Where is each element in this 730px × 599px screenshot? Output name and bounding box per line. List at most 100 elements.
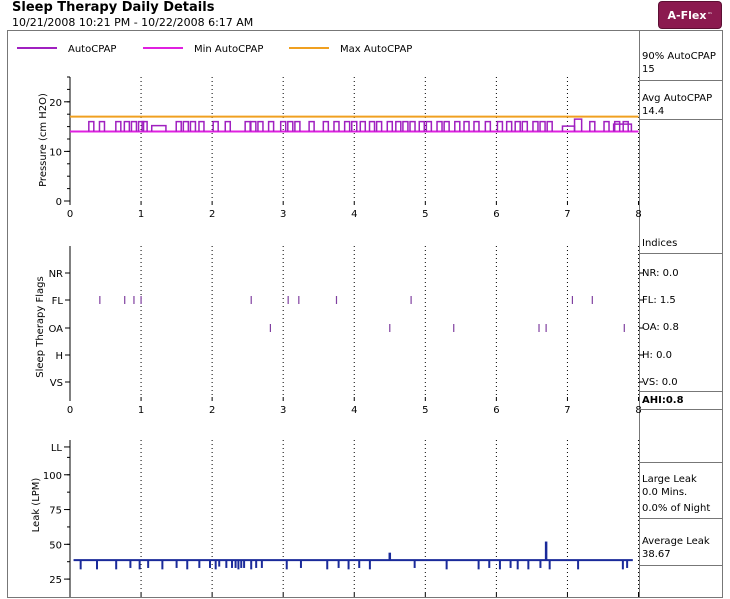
side-divider — [639, 119, 723, 120]
autocpap-plateau — [573, 118, 583, 132]
flags-x-tick-label: 3 — [280, 405, 286, 416]
autocpap-spike — [546, 120, 553, 132]
index-fl: FL: 1.5 — [642, 295, 676, 306]
p90-autocpap-label: 90% AutoCPAP — [642, 51, 716, 62]
autocpap-spike — [539, 120, 546, 132]
leak-axes: 012345678255075100LL — [43, 440, 639, 597]
side-divider — [639, 518, 723, 519]
side-divider — [639, 409, 723, 410]
flags-x-tick-label: 1 — [138, 405, 144, 416]
pressure-y-tick-label: 10 — [49, 147, 62, 158]
flags-x-tick-label: 8 — [635, 405, 641, 416]
autocpap-spike — [359, 120, 367, 132]
flags-x-tick-label: 5 — [422, 405, 428, 416]
leak-y-tick-label: LL — [51, 443, 63, 454]
autocpap-spike — [287, 120, 294, 132]
autocpap-spike — [267, 120, 275, 132]
large-leak-mins: 0.0 Mins. — [642, 487, 688, 498]
pressure-y-axis-label: Pressure (cm H2O) — [38, 93, 49, 187]
average-leak-label: Average Leak — [642, 536, 710, 547]
pressure-x-tick-label: 0 — [67, 209, 73, 220]
pressure-y-tick-label: 0 — [56, 197, 62, 208]
flags-y-axis-label: Sleep Therapy Flags — [35, 276, 46, 377]
autocpap-spike — [496, 120, 504, 132]
autocpap-spike — [212, 120, 219, 132]
autocpap-spike — [375, 120, 383, 132]
large-leak-label: Large Leak — [642, 474, 697, 485]
average-leak-value: 38.67 — [642, 549, 671, 560]
leak-y-tick-label: 50 — [49, 540, 62, 551]
pressure-y-tick-label: 20 — [49, 98, 62, 109]
autocpap-spike — [182, 120, 190, 132]
flags-x-tick-label: 2 — [209, 405, 215, 416]
flag-category-label: NR — [49, 269, 63, 280]
legend-min-autocpap-label: Min AutoCPAP — [194, 44, 263, 55]
autocpap-spike — [98, 120, 106, 132]
autocpap-spike — [141, 120, 148, 132]
charts-svg: AutoCPAP Min AutoCPAP Max AutoCPAP Press… — [17, 44, 643, 597]
autocpap-spike — [532, 120, 539, 132]
pressure-x-tick-label: 1 — [138, 209, 144, 220]
leak-chart: Leak (LPM) 012345678255075100LL — [31, 440, 639, 597]
pressure-chart: Pressure (cm H2O) 0 1 2 3 4 5 6 7 8 0 10 20 — [38, 76, 642, 220]
autocpap-spike — [189, 120, 197, 132]
avg-autocpap-value: 14.4 — [642, 106, 665, 117]
autocpap-spike — [589, 120, 596, 132]
autocpap-spike — [250, 120, 257, 132]
autocpap-spike — [322, 120, 330, 132]
autocpap-spike — [386, 120, 394, 132]
indices-header: Indices — [642, 238, 678, 249]
p90-autocpap-value: 15 — [642, 64, 655, 75]
autocpap-spike — [198, 120, 205, 132]
pressure-x-tick-label: 4 — [351, 209, 357, 220]
autocpap-spike — [257, 120, 264, 132]
autocpap-spike — [368, 120, 376, 132]
leak-series — [73, 541, 633, 570]
index-vs: VS: 0.0 — [642, 377, 678, 388]
autocpap-spike — [484, 120, 492, 132]
legend-autocpap-label: AutoCPAP — [68, 44, 116, 55]
large-leak-percent: 0.0% of Night — [642, 503, 711, 514]
autocpap-spike — [395, 120, 402, 132]
autocpap-spike — [88, 120, 95, 132]
autocpap-spike — [244, 120, 251, 132]
autocpap-spike — [454, 120, 461, 132]
flags-x-tick-label: 4 — [351, 405, 357, 416]
autocpap-spike — [224, 120, 232, 132]
legend: AutoCPAP Min AutoCPAP Max AutoCPAP — [17, 44, 412, 55]
side-divider — [639, 253, 723, 254]
autocpap-spike — [521, 120, 529, 132]
pressure-x-tick-label: 5 — [422, 209, 428, 220]
autocpap-spike — [130, 120, 138, 132]
autocpap-spike — [294, 120, 301, 132]
autocpap-spike — [343, 120, 351, 132]
flag-category-label: OA — [48, 324, 63, 335]
side-divider — [639, 462, 723, 463]
autocpap-spike — [514, 120, 521, 132]
autocpap-spike — [115, 120, 122, 132]
avg-autocpap-label: Avg AutoCPAP — [642, 93, 713, 104]
flags-x-tick-label: 0 — [67, 405, 73, 416]
autocpap-spike — [175, 120, 182, 132]
leak-y-tick-label: 25 — [49, 575, 62, 586]
flags-x-tick-label: 7 — [564, 405, 570, 416]
index-h: H: 0.0 — [642, 350, 672, 361]
leak-y-tick-label: 100 — [43, 471, 62, 482]
autocpap-spike — [402, 120, 409, 132]
leak-y-axis-label: Leak (LPM) — [31, 478, 42, 533]
pressure-x-tick-label: 2 — [209, 209, 215, 220]
pressure-x-tick-label: 7 — [564, 209, 570, 220]
autocpap-spike — [333, 120, 340, 132]
autocpap-spike — [436, 120, 443, 132]
side-divider — [639, 80, 723, 81]
pressure-x-tick-label: 8 — [635, 209, 641, 220]
flags-marks — [99, 296, 625, 332]
autocpap-spike — [473, 120, 480, 132]
autocpap-spike — [613, 120, 621, 132]
autocpap-spike — [418, 120, 426, 132]
ahi-index: AHI:0.8 — [642, 395, 684, 406]
autocpap-spike — [409, 120, 416, 132]
legend-max-autocpap-label: Max AutoCPAP — [340, 44, 412, 55]
autocpap-spike — [505, 120, 513, 132]
autocpap-spike — [425, 120, 433, 132]
